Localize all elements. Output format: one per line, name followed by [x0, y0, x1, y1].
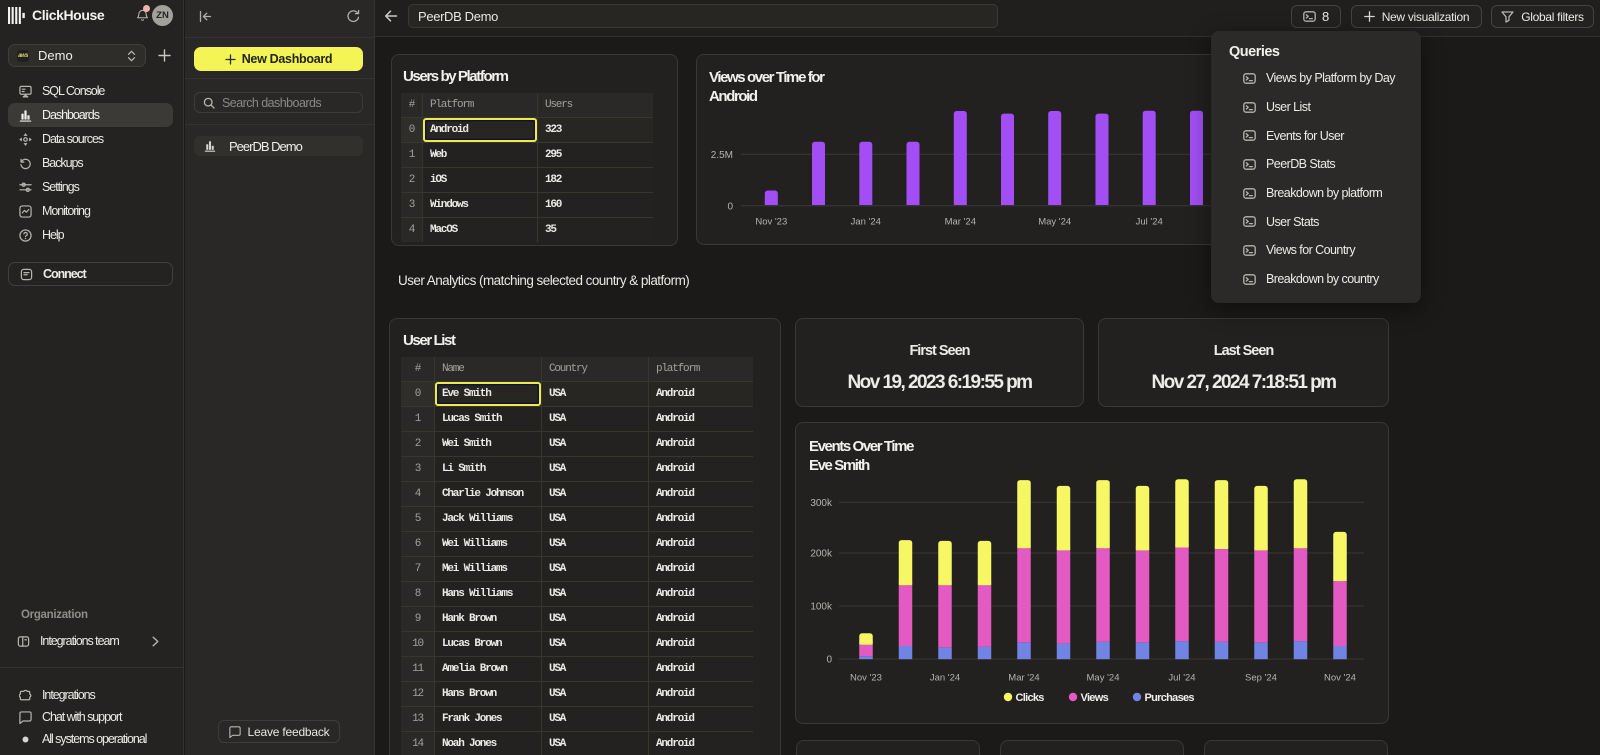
svg-text:0: 0 [826, 655, 832, 666]
svg-text:Nov '24: Nov '24 [1324, 673, 1356, 684]
svg-text:Views: Views [1081, 692, 1109, 704]
svg-text:100k: 100k [810, 602, 833, 613]
svg-text:300k: 300k [810, 498, 833, 509]
svg-text:2.5M: 2.5M [711, 150, 733, 161]
svg-text:Jan '24: Jan '24 [930, 673, 960, 684]
svg-text:Jul '24: Jul '24 [1136, 217, 1163, 228]
svg-text:Nov '23: Nov '23 [755, 217, 787, 228]
svg-text:Mar '24: Mar '24 [945, 217, 976, 228]
svg-text:Jul '24: Jul '24 [1168, 673, 1195, 684]
svg-text:Jan '24: Jan '24 [851, 217, 881, 228]
svg-text:Nov '23: Nov '23 [850, 673, 882, 684]
svg-text:Sep '24: Sep '24 [1245, 673, 1277, 684]
svg-text:May '24: May '24 [1038, 217, 1071, 228]
svg-text:Clicks: Clicks [1016, 692, 1045, 704]
svg-text:May '24: May '24 [1087, 673, 1120, 684]
svg-text:200k: 200k [810, 549, 833, 560]
svg-text:0: 0 [727, 201, 733, 212]
svg-text:Purchases: Purchases [1145, 692, 1195, 704]
svg-text:Mar '24: Mar '24 [1008, 673, 1039, 684]
